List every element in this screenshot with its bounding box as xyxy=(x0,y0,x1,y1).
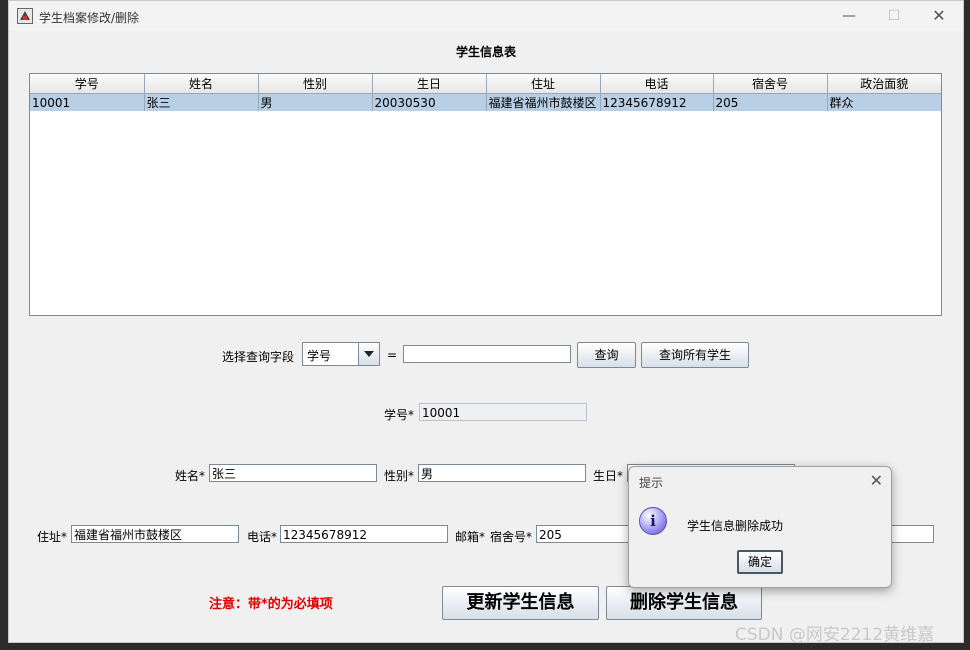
cell-dorm[interactable]: 205 xyxy=(713,93,828,111)
cell-phone[interactable]: 12345678912 xyxy=(600,93,714,111)
message-dialog: 提示 ✕ i 学生信息删除成功 确定 xyxy=(628,466,892,588)
title-bar: 学生档案修改/删除 — ☐ ✕ xyxy=(9,1,963,31)
info-icon: i xyxy=(639,507,667,535)
col-header-name[interactable]: 姓名 xyxy=(144,74,259,94)
chevron-down-icon[interactable] xyxy=(358,343,379,365)
email-label: 邮箱* xyxy=(455,530,486,544)
student-grid[interactable]: 学号 姓名 性别 生日 住址 电话 宿舍号 政治面貌 10001 张三 男 20… xyxy=(30,74,941,111)
background-editor-left xyxy=(0,0,8,650)
col-header-dorm[interactable]: 宿舍号 xyxy=(713,74,828,94)
student-id-label: 学号* xyxy=(384,408,415,422)
maximize-icon[interactable]: ☐ xyxy=(877,5,911,27)
cell-name[interactable]: 张三 xyxy=(144,93,259,111)
cell-id[interactable]: 10001 xyxy=(30,93,145,111)
java-app-icon xyxy=(17,8,33,24)
address-label: 住址* xyxy=(37,530,68,544)
update-student-button[interactable]: 更新学生信息 xyxy=(442,586,599,620)
dialog-title: 提示 xyxy=(639,476,664,490)
name-label: 姓名* xyxy=(175,469,206,483)
cell-address[interactable]: 福建省福州市鼓楼区 xyxy=(486,93,601,111)
cell-birthday[interactable]: 20030530 xyxy=(372,93,487,111)
address-field[interactable]: 福建省福州市鼓楼区 xyxy=(71,525,239,543)
col-header-id[interactable]: 学号 xyxy=(30,74,145,94)
dorm-label: 宿舍号* xyxy=(490,530,533,544)
window-title: 学生档案修改/删除 xyxy=(39,11,140,25)
phone-field[interactable]: 12345678912 xyxy=(280,525,448,543)
col-header-address[interactable]: 住址 xyxy=(486,74,601,94)
query-input[interactable] xyxy=(403,345,571,363)
cell-politics[interactable]: 群众 xyxy=(827,93,941,111)
table-heading: 学生信息表 xyxy=(455,45,516,59)
minimize-icon[interactable]: — xyxy=(832,5,866,27)
query-all-button[interactable]: 查询所有学生 xyxy=(641,342,749,368)
col-header-gender[interactable]: 性别 xyxy=(258,74,373,94)
dialog-message: 学生信息删除成功 xyxy=(687,519,784,533)
student-id-field: 10001 xyxy=(419,403,587,421)
birthday-label: 生日* xyxy=(593,469,624,483)
delete-student-button[interactable]: 删除学生信息 xyxy=(606,586,762,620)
col-header-birthday[interactable]: 生日 xyxy=(372,74,487,94)
close-icon[interactable]: ✕ xyxy=(922,5,956,27)
dorm-field[interactable]: 205 xyxy=(536,525,636,543)
dialog-ok-button[interactable]: 确定 xyxy=(737,550,783,574)
query-field-label: 选择查询字段 xyxy=(222,350,295,364)
watermark: CSDN @网安2212黄维嘉 xyxy=(735,625,935,645)
student-table[interactable]: 学号 姓名 性别 生日 住址 电话 宿舍号 政治面貌 10001 张三 男 20… xyxy=(29,73,942,316)
equals-label: = xyxy=(387,348,398,362)
name-field[interactable]: 张三 xyxy=(209,464,377,482)
dialog-close-icon[interactable]: ✕ xyxy=(870,471,883,490)
phone-label: 电话* xyxy=(247,530,278,544)
query-field-value: 学号 xyxy=(307,349,332,363)
col-header-politics[interactable]: 政治面貌 xyxy=(827,74,941,94)
query-field-select[interactable]: 学号 xyxy=(302,342,380,366)
gender-label: 性别* xyxy=(384,469,415,483)
query-button[interactable]: 查询 xyxy=(577,342,636,368)
table-header-row: 学号 姓名 性别 生日 住址 电话 宿舍号 政治面貌 xyxy=(30,74,941,94)
required-note: 注意：带*的为必填项 xyxy=(209,597,333,612)
table-row[interactable]: 10001 张三 男 20030530 福建省福州市鼓楼区 1234567891… xyxy=(30,93,941,111)
cell-gender[interactable]: 男 xyxy=(258,93,373,111)
col-header-phone[interactable]: 电话 xyxy=(600,74,714,94)
gender-field[interactable]: 男 xyxy=(418,464,586,482)
